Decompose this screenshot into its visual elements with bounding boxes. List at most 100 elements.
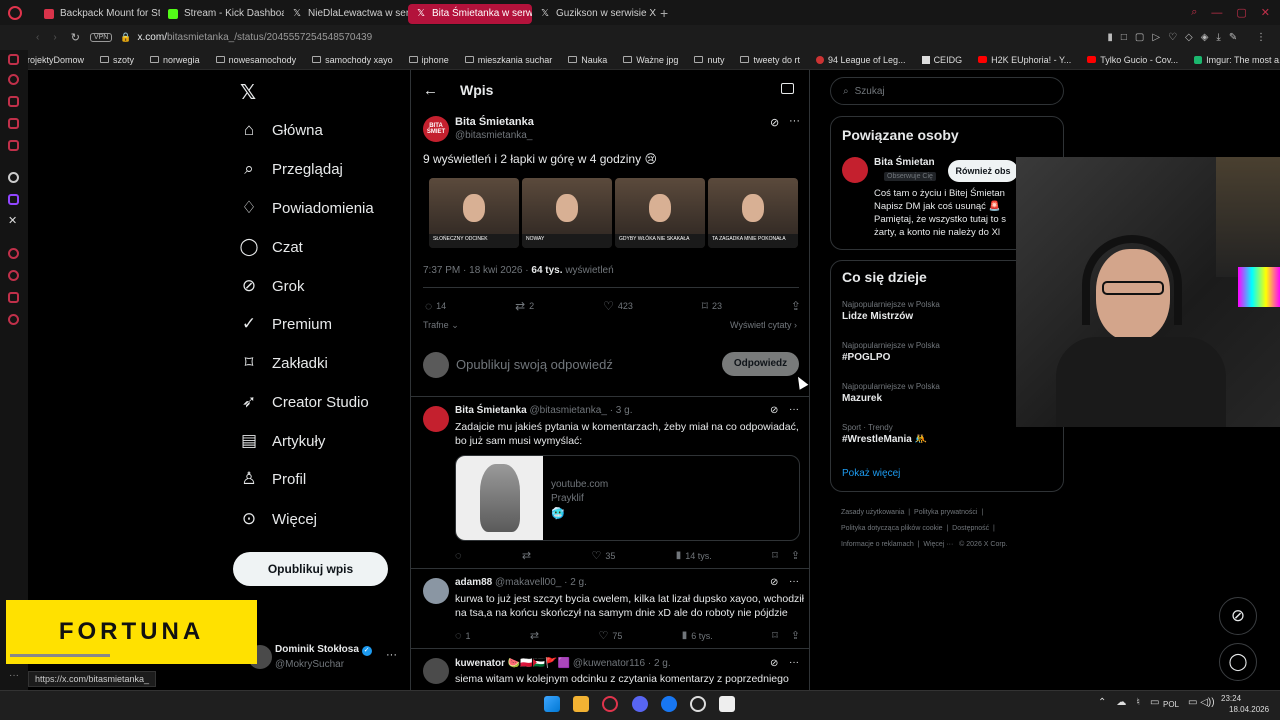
trend-item[interactable]: Najpopularniejsze w Polska Lidze Mistrzó…	[842, 300, 940, 322]
nav-notifications[interactable]: ♢ Powiadomienia	[240, 195, 373, 221]
repost-button[interactable]: ⇄	[522, 549, 531, 562]
reply-button[interactable]: ◌ 14	[425, 299, 446, 313]
avatar[interactable]	[842, 157, 868, 183]
account-switcher[interactable]: Dominik Stokłosa ✓ @MokrySuchar ···	[248, 643, 400, 675]
sidebar-app-icon[interactable]	[8, 74, 19, 85]
twitch-icon[interactable]	[8, 194, 19, 205]
bookmark-button[interactable]: ⌑ ⇪	[772, 629, 800, 642]
reply-button[interactable]: ◌	[455, 550, 462, 562]
post-button[interactable]: Opublikuj wpis	[233, 552, 388, 586]
share-icon[interactable]: ⇪	[791, 629, 800, 642]
bookmark-button[interactable]: ⌑ ⇪	[772, 549, 800, 562]
nav-chat[interactable]: ◯ Czat	[239, 234, 302, 260]
avatar[interactable]: BITA ŚMIET	[423, 116, 449, 142]
opera-logo-icon[interactable]	[8, 5, 22, 20]
repost-button[interactable]: ⇄ 2	[515, 299, 534, 313]
sidebar-app-icon[interactable]	[8, 140, 19, 151]
bookmark-item[interactable]: szoty	[92, 55, 142, 65]
tab-3-active[interactable]: 𝕏 Bita Śmietanka w serwisi	[408, 3, 532, 24]
footer-link[interactable]: Zasady użytkowania	[841, 509, 904, 516]
sidebar-more-icon[interactable]: ···	[9, 670, 19, 681]
bookmark-item[interactable]: nuty	[686, 55, 732, 65]
x-sidebar-icon[interactable]: ✕	[8, 214, 17, 227]
nav-more[interactable]: ⊙ Więcej	[240, 506, 317, 532]
bookmark-item[interactable]: H2K EUphoria! - Y...	[970, 55, 1079, 65]
facebook-icon[interactable]	[661, 696, 677, 712]
trend-item[interactable]: Sport · Trendy #WrestleMania 🤼	[842, 423, 927, 445]
post-more-icon[interactable]: ···	[789, 115, 800, 127]
bookmark-item[interactable]: norwegia	[142, 55, 208, 65]
nav-articles[interactable]: ▤ Artykuły	[240, 428, 325, 454]
avatar[interactable]	[423, 406, 449, 432]
sidebar-app-icon[interactable]	[8, 248, 19, 259]
avatar[interactable]	[423, 658, 449, 684]
show-quotes-link[interactable]: Wyświetl cytaty ›	[730, 320, 797, 330]
reply-more-icon[interactable]: ···	[789, 404, 799, 415]
chevron-up-icon[interactable]: ⌃	[1098, 697, 1106, 708]
bookmark-item[interactable]: tweety do rt	[732, 55, 808, 65]
reply-more-icon[interactable]: ···	[789, 657, 799, 668]
follow-button[interactable]: Również obs	[948, 160, 1018, 182]
related-name[interactable]: Bita Śmietan	[874, 157, 935, 168]
reply-author[interactable]: kuwenator 🍉🇵🇱🇵🇸🚩🟪	[455, 658, 570, 669]
reply-time[interactable]: · 2 g.	[564, 577, 587, 588]
post-author[interactable]: Bita Śmietanka	[455, 116, 534, 128]
start-menu-icon[interactable]	[544, 696, 560, 712]
reply-author[interactable]: adam88	[455, 577, 492, 588]
grok-explain-icon[interactable]: ⊘	[770, 658, 778, 669]
bookmark-item[interactable]: CEIDG	[914, 55, 971, 65]
reload-icon[interactable]: ↻	[71, 31, 80, 44]
language-indicator[interactable]: POL	[1163, 700, 1179, 709]
reply-handle[interactable]: @kuwenator116	[573, 658, 645, 669]
footer-link[interactable]: Więcej ···	[923, 541, 953, 548]
sort-dropdown[interactable]: Trafne ⌄	[423, 320, 459, 331]
x-logo-icon[interactable]: 𝕏	[240, 80, 256, 105]
vpn-badge[interactable]: VPN	[89, 33, 113, 42]
maximize-icon[interactable]: ▢	[1236, 6, 1246, 19]
footer-link[interactable]: Polityka dotycząca plików cookie	[841, 525, 943, 532]
video-thumbnail[interactable]: SŁOŃECZNY ODCINEK	[429, 178, 519, 248]
share-button[interactable]: ⇪	[791, 299, 801, 313]
reply-time[interactable]: · 2 g.	[648, 658, 671, 669]
list-item[interactable]: kuwenator 🍉🇵🇱🇵🇸🚩🟪 @kuwenator116 · 2 g. ⊘…	[411, 648, 809, 690]
views-button[interactable]: ▮ 14 tys.	[676, 550, 712, 561]
nav-profile[interactable]: ♙ Profil	[240, 466, 306, 492]
grok-explain-icon[interactable]: ⊘	[770, 405, 778, 416]
like-button[interactable]: ♡ 35	[591, 549, 615, 562]
media-grid[interactable]: SŁOŃECZNY ODCINEK NOWAY GDYBY WŁÓKA NIE …	[425, 178, 799, 250]
video-thumbnail[interactable]: TA ZAGADKA MNIE POKONAŁA	[708, 178, 798, 248]
bookmark-item[interactable]: iphone	[401, 55, 457, 65]
video-thumbnail[interactable]: NOWAY	[522, 178, 612, 248]
share-icon[interactable]: ⇪	[791, 549, 800, 562]
footer-link[interactable]: Informacje o reklamach	[841, 541, 914, 548]
search-input[interactable]: ⌕ Szukaj	[830, 77, 1064, 105]
clock-date[interactable]: 18.04.2026	[1229, 705, 1269, 714]
network-icon[interactable]: ▭	[1150, 697, 1159, 708]
post-timestamp[interactable]: 7:37 PM · 18 kwi 2026 ·	[423, 265, 529, 276]
reply-author[interactable]: Bita Śmietanka	[455, 405, 527, 416]
like-button[interactable]: ♡ 423	[603, 299, 633, 313]
list-item[interactable]: adam88 @makavell00_ · 2 g. ⊘ ··· kurwa t…	[411, 568, 809, 648]
sidebar-app-icon[interactable]	[8, 54, 19, 65]
back-icon[interactable]: ‹	[36, 32, 39, 43]
reply-handle[interactable]: @bitasmietanka_	[529, 405, 606, 416]
trend-item[interactable]: Najpopularniejsze w Polska Mazurek	[842, 382, 940, 404]
grok-explain-icon[interactable]: ⊘	[770, 577, 778, 588]
show-more-link[interactable]: Pokaż więcej	[842, 468, 900, 479]
bookmark-item[interactable]: 94 League of Leg...	[808, 55, 914, 65]
back-arrow-icon[interactable]: ←	[423, 82, 438, 99]
bookmark-item[interactable]: mieszkania suchar	[457, 55, 561, 65]
reply-button[interactable]: Odpowiedz	[722, 352, 799, 376]
views-button[interactable]: ▮ 6 tys.	[682, 630, 713, 641]
like-button[interactable]: ♡ 75	[598, 629, 622, 642]
reply-time[interactable]: · 3 g.	[610, 405, 633, 416]
clock-time[interactable]: 23:24	[1221, 694, 1241, 703]
tray-icons[interactable]: ▭ ◁))	[1188, 697, 1215, 708]
steam-icon[interactable]	[690, 696, 706, 712]
video-thumbnail[interactable]: GDYBY WŁÓKA NIE SKAKAŁA	[615, 178, 705, 248]
forward-icon[interactable]: ›	[53, 32, 56, 43]
grok-float-button[interactable]: ⊘	[1219, 597, 1257, 635]
minimize-icon[interactable]: —	[1211, 7, 1222, 19]
sidebar-app-icon[interactable]	[8, 118, 19, 129]
nav-creator-studio[interactable]: ➶ Creator Studio	[240, 389, 369, 415]
